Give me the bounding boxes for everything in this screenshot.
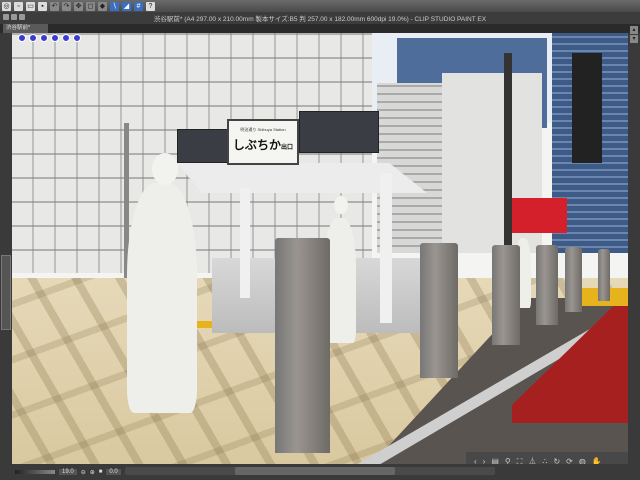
tool-icon[interactable]: [29, 34, 37, 42]
help-icon[interactable]: ?: [146, 1, 155, 11]
redo-icon[interactable]: ↷: [62, 1, 71, 11]
lamp-post: [504, 53, 512, 273]
clip-studio-icon[interactable]: ◎: [2, 1, 11, 11]
close-icon[interactable]: [3, 14, 9, 20]
red-storefront: [512, 198, 567, 233]
bollard: [536, 245, 558, 325]
window-title: 渋谷駅前* (A4 297.00 x 210.00mm 製本サイズ:B5 判 2…: [0, 12, 640, 24]
scrollbar-thumb[interactable]: [235, 467, 395, 475]
document-tab[interactable]: 渋谷駅前*: [3, 24, 48, 33]
billboard: [572, 53, 602, 163]
canvas[interactable]: 明治通り Shibuya Station しぶちか出口: [12, 33, 628, 464]
left-panel: [0, 33, 12, 464]
fill-icon[interactable]: ◆: [98, 1, 107, 11]
bollard: [565, 247, 582, 312]
snap-grid-icon[interactable]: #: [134, 1, 143, 11]
sign-title: しぶちか出口: [232, 138, 294, 152]
command-bar: ◎ ▫ ▭ ▪ ↶ ↷ ✥ ◻ ◆ ∖ ◢ # ?: [0, 0, 640, 12]
scroll-up-icon[interactable]: ▴: [630, 26, 638, 34]
transform-icon[interactable]: ✥: [74, 1, 83, 11]
zoom-value[interactable]: 19.0: [59, 469, 77, 475]
sign-subtitle: 明治通り Shibuya Station: [240, 127, 286, 132]
station-sign-right: [299, 111, 379, 153]
mannequin-head: [334, 196, 348, 214]
tab-bar: [0, 24, 640, 33]
tool-icon[interactable]: [73, 34, 81, 42]
save-icon[interactable]: ▪: [38, 1, 47, 11]
new-icon[interactable]: ▫: [14, 1, 23, 11]
scroll-page-icon[interactable]: ▾: [630, 35, 638, 43]
canvas-tool-icons: [18, 34, 81, 42]
zoom-out-icon[interactable]: ⊖: [81, 469, 86, 476]
tool-icon[interactable]: [62, 34, 70, 42]
bollard: [598, 249, 610, 301]
undo-icon[interactable]: ↶: [50, 1, 59, 11]
station-sign-left: [177, 129, 229, 163]
bollard: [420, 243, 458, 378]
rotation-value[interactable]: 0.0: [106, 469, 121, 475]
minimize-icon[interactable]: [11, 14, 17, 20]
bollard: [275, 238, 330, 453]
tool-icon[interactable]: [51, 34, 59, 42]
maximize-icon[interactable]: [19, 14, 25, 20]
mannequin-figure: [127, 183, 197, 413]
horizontal-scrollbar[interactable]: [125, 467, 495, 475]
canopy-column: [240, 188, 250, 298]
mannequin-head: [152, 153, 178, 185]
left-panel-tab[interactable]: [1, 255, 11, 330]
vertical-scrollbar[interactable]: [628, 33, 640, 464]
bollard: [492, 245, 520, 345]
tool-icon[interactable]: [40, 34, 48, 42]
open-icon[interactable]: ▭: [26, 1, 35, 11]
window-controls: [3, 14, 25, 20]
zoom-slider[interactable]: [15, 470, 55, 474]
snap-special-ruler-icon[interactable]: ◢: [122, 1, 131, 11]
clear-icon[interactable]: ◻: [86, 1, 95, 11]
station-sign-main: 明治通り Shibuya Station しぶちか出口: [227, 119, 299, 165]
snap-ruler-icon[interactable]: ∖: [110, 1, 119, 11]
fit-screen-icon[interactable]: ■: [99, 469, 103, 475]
tool-icon[interactable]: [18, 34, 26, 42]
canopy-column: [380, 173, 392, 323]
zoom-in-icon[interactable]: ⊕: [90, 469, 95, 476]
